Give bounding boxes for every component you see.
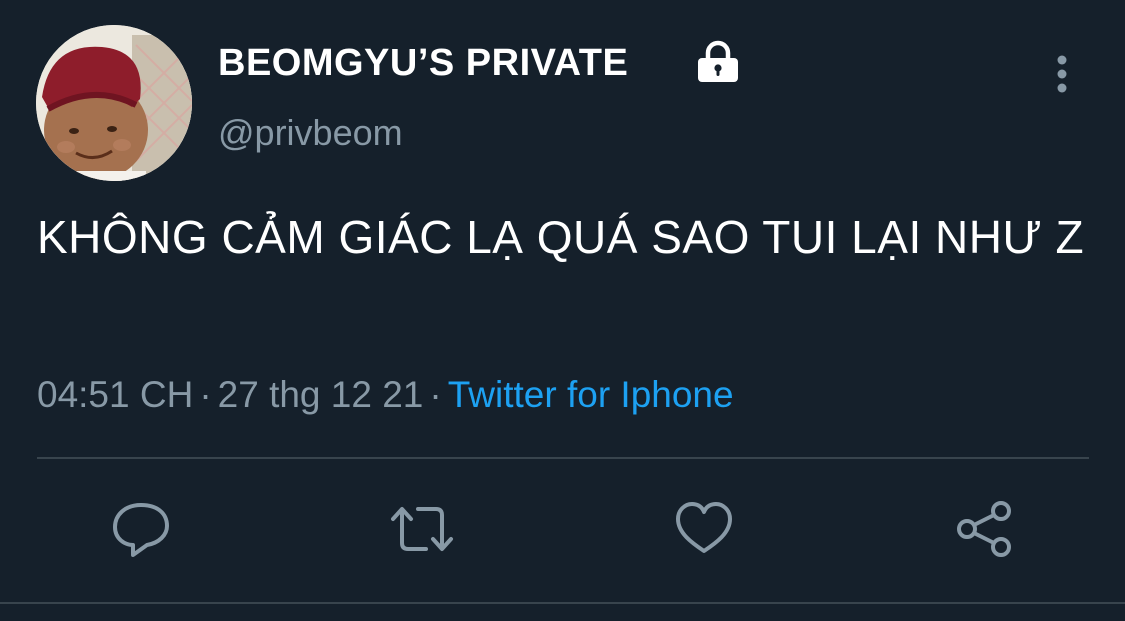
retweet-button[interactable] — [390, 497, 454, 561]
reply-icon — [113, 503, 169, 557]
tweet-text: KHÔNG CẢM GIÁC LẠ QUÁ SAO TUI LẠI NHƯ Z — [37, 211, 1085, 263]
tweet-source-link[interactable]: Twitter for Iphone — [448, 374, 734, 415]
divider — [37, 457, 1089, 459]
meta-separator: · — [429, 374, 442, 415]
more-vertical-icon[interactable] — [1040, 52, 1084, 96]
like-button[interactable] — [672, 497, 736, 561]
tweet-meta: 04:51 CH · 27 thg 12 21 · Twitter for Iphone — [37, 374, 734, 416]
user-handle[interactable]: @privbeom — [218, 112, 403, 154]
tweet: BEOMGYU’S PRIVATE @privbeom KHÔNG CẢM GI… — [0, 0, 1125, 621]
tweet-date: 27 thg 12 21 — [217, 374, 424, 415]
share-button[interactable] — [953, 497, 1017, 561]
bottom-divider — [0, 602, 1125, 604]
lock-icon — [698, 40, 738, 82]
tweet-time: 04:51 CH — [37, 374, 194, 415]
avatar[interactable] — [36, 25, 192, 181]
retweet-icon — [391, 507, 453, 551]
display-name[interactable]: BEOMGYU’S PRIVATE — [218, 42, 628, 85]
reply-button[interactable] — [109, 497, 173, 561]
like-icon — [676, 502, 732, 553]
share-icon — [957, 501, 1011, 557]
meta-separator: · — [199, 374, 212, 415]
avatar-image — [36, 25, 192, 181]
